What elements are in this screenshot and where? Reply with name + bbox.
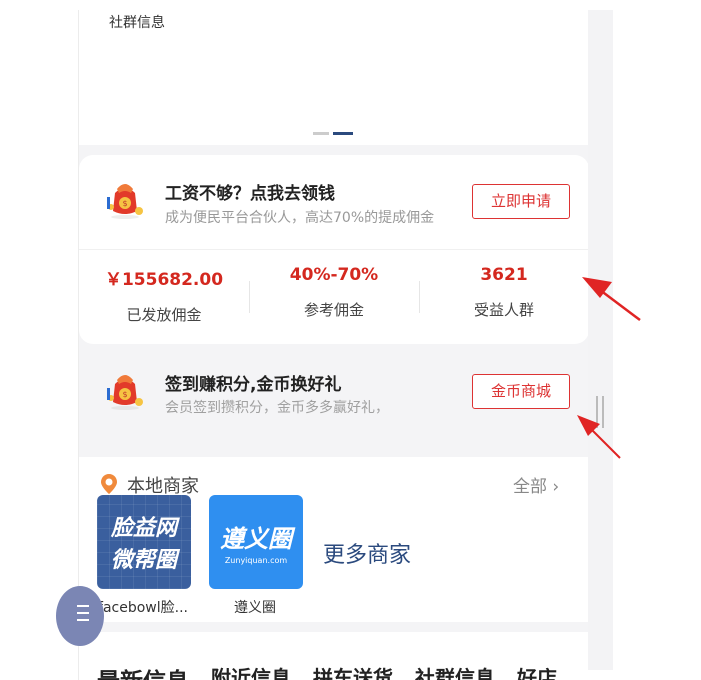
merchant-list: 脸益网 微帮圈 facebowl脸... 遵义圈 Zunyiquan.com 遵…: [97, 495, 411, 617]
svg-text:$: $: [122, 390, 127, 399]
carousel-indicator: [313, 132, 353, 135]
scrollbar-track[interactable]: [588, 10, 613, 670]
stat-value: 3621: [480, 265, 528, 285]
coin-mall-button[interactable]: 金币商城: [472, 374, 570, 409]
partner-promo-row[interactable]: $ 工资不够？点我去领钱 成为便民平台合伙人，高达70%的提成佣金 立即申请: [79, 155, 589, 250]
tab-community[interactable]: 社群信息: [415, 662, 495, 680]
location-pin-icon: [101, 474, 117, 494]
stat-reference-commission: 40%-70% 参考佣金: [249, 259, 419, 334]
money-bag-icon: $: [107, 184, 143, 219]
more-merchants-link[interactable]: 更多商家: [323, 537, 411, 569]
scrollbar-grip[interactable]: [596, 396, 604, 428]
tab-carpool[interactable]: 拼车送货: [313, 662, 393, 680]
menu-icon: [77, 605, 89, 626]
carousel-dot-active[interactable]: [333, 132, 353, 135]
merchant-logo: 遵义圈 Zunyiquan.com: [209, 495, 303, 589]
stat-label: 受益人群: [473, 301, 534, 319]
money-bag-icon: $: [107, 375, 143, 410]
apply-now-button[interactable]: 立即申请: [472, 184, 570, 219]
svg-text:$: $: [122, 199, 127, 208]
tab-latest[interactable]: 最新信息: [97, 662, 189, 680]
carousel-dot[interactable]: [313, 132, 329, 135]
partner-promo-subtitle: 成为便民平台合伙人，高达70%的提成佣金: [165, 210, 435, 226]
tab-nearby[interactable]: 附近信息: [211, 662, 291, 680]
banner-carousel[interactable]: 社群信息: [79, 10, 589, 145]
logo-text: Zunyiquan.com: [224, 556, 288, 565]
signin-promo-subtitle: 会员签到攒积分，金币多多赢好礼，: [165, 400, 389, 416]
signin-promo-title: 签到赚积分,金币换好礼: [165, 375, 342, 395]
view-all-link[interactable]: 全部 ›: [513, 472, 559, 497]
commission-stats: ￥155682.00 已发放佣金 40%-70% 参考佣金 3621 受益人群: [79, 259, 589, 334]
floating-menu-button[interactable]: [56, 586, 104, 646]
stat-value: 40%-70%: [289, 265, 379, 285]
banner-label: 社群信息: [109, 15, 165, 31]
logo-text: 脸益网: [110, 516, 177, 541]
view-all-label: 全部: [513, 477, 547, 497]
local-merchants-section: 本地商家 全部 › 脸益网 微帮圈 facebowl脸... 遵义圈 Zunyi…: [79, 457, 589, 622]
logo-text: 遵义圈: [220, 525, 292, 553]
stat-paid-commission: ￥155682.00 已发放佣金: [79, 259, 249, 334]
merchant-logo: 脸益网 微帮圈: [97, 495, 191, 589]
merchant-item[interactable]: 脸益网 微帮圈 facebowl脸...: [97, 495, 193, 617]
merchant-name: 遵义圈: [234, 600, 276, 616]
stat-label: 参考佣金: [303, 301, 364, 319]
stat-value: ￥155682.00: [104, 270, 224, 290]
partner-promo-title: 工资不够？点我去领钱: [165, 184, 335, 204]
partner-promo-card: $ 工资不够？点我去领钱 成为便民平台合伙人，高达70%的提成佣金 立即申请 ￥…: [79, 155, 589, 344]
info-tabs: 最新信息 附近信息 拼车送货 社群信息 好店: [79, 632, 589, 680]
tab-good-shops[interactable]: 好店: [517, 662, 557, 680]
mobile-app-view: 社群信息 $ 工资不够？点我去领钱 成为便民平台合伙人，高达70%的提成佣金 立…: [78, 10, 589, 680]
signin-promo-card[interactable]: $ 签到赚积分,金币换好礼 会员签到攒积分，金币多多赢好礼， 金币商城: [79, 344, 589, 447]
stat-label: 已发放佣金: [126, 306, 202, 324]
logo-text: 微帮圈: [110, 548, 177, 573]
tab-bar: 最新信息 附近信息 拼车送货 社群信息 好店: [97, 662, 557, 680]
stat-beneficiaries: 3621 受益人群: [419, 259, 589, 334]
merchant-name: facebowl脸...: [98, 600, 188, 616]
chevron-right-icon: ›: [552, 477, 560, 497]
merchant-item[interactable]: 遵义圈 Zunyiquan.com 遵义圈: [209, 495, 305, 617]
